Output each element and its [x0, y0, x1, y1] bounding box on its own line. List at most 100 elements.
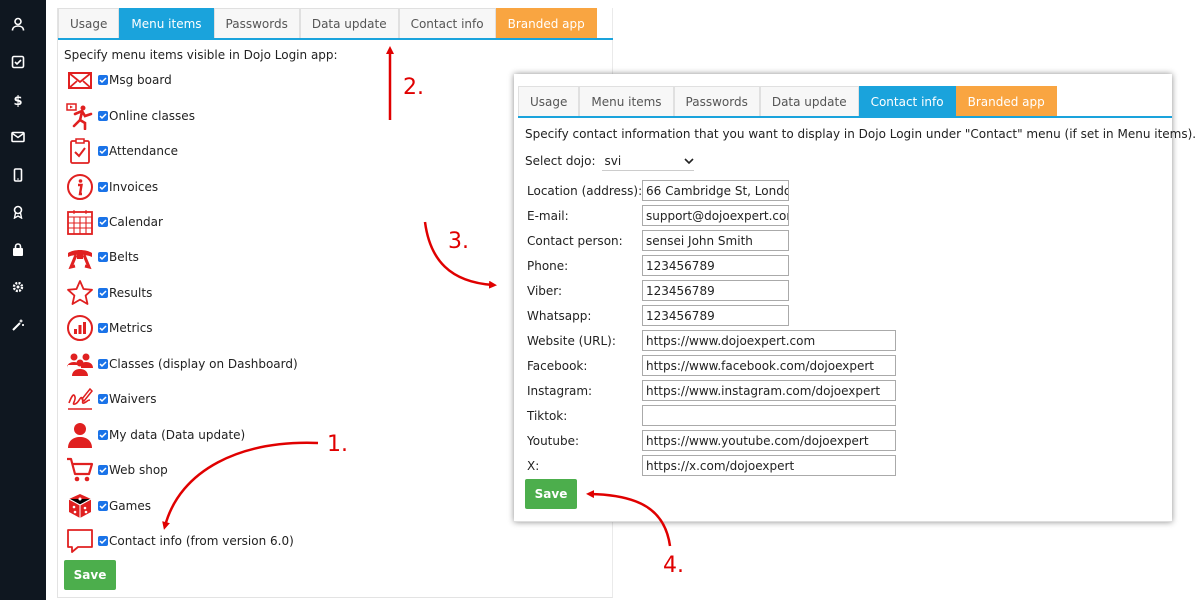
- online-classes-checkbox[interactable]: [98, 111, 108, 121]
- checklist-icon[interactable]: [11, 55, 25, 69]
- tab-contact-info[interactable]: Contact info: [858, 86, 956, 116]
- tab-passwords[interactable]: Passwords: [213, 8, 300, 38]
- contact-info-panel: Usage Menu items Passwords Data update C…: [514, 74, 1196, 522]
- select-dojo-label: Select dojo:: [525, 154, 596, 168]
- user-icon: [64, 419, 96, 451]
- belts-checkbox[interactable]: [98, 252, 108, 262]
- tab-data-update[interactable]: Data update: [299, 8, 399, 38]
- attendance-checkbox[interactable]: [98, 146, 108, 156]
- clipboard-check-icon: [64, 135, 96, 167]
- website-input[interactable]: https://www.dojoexpert.com: [642, 330, 896, 351]
- dollar-icon[interactable]: $: [11, 93, 25, 107]
- field-label: Youtube:: [527, 433, 580, 448]
- tab-contact-info[interactable]: Contact info: [398, 8, 496, 38]
- menu-item-my-data: My data (Data update): [64, 418, 245, 452]
- field-label: Facebook:: [527, 358, 588, 373]
- contact-person-input[interactable]: sensei John Smith: [642, 230, 789, 251]
- info-icon: [64, 171, 96, 203]
- viber-input[interactable]: 123456789: [642, 280, 789, 301]
- select-dojo-value: svi: [604, 153, 622, 168]
- magic-wand-icon[interactable]: [11, 318, 25, 332]
- menu-item-msg-board: Msg board: [64, 63, 172, 97]
- tab-data-update[interactable]: Data update: [759, 86, 859, 116]
- field-website: Website (URL): https://www.dojoexpert.co…: [527, 330, 896, 351]
- menu-item-label: Attendance: [109, 144, 178, 158]
- chevron-down-icon: [683, 154, 694, 168]
- right-tab-bar: Usage Menu items Passwords Data update C…: [518, 86, 1172, 118]
- my-data-checkbox[interactable]: [98, 430, 108, 440]
- web-shop-checkbox[interactable]: [98, 465, 108, 475]
- tab-branded-app[interactable]: Branded app: [955, 86, 1057, 116]
- tab-usage[interactable]: Usage: [58, 8, 120, 38]
- menu-item-label: Invoices: [109, 180, 159, 194]
- metrics-checkbox[interactable]: [98, 323, 108, 333]
- user-icon[interactable]: [11, 17, 25, 31]
- menu-item-label: Calendar: [109, 215, 163, 229]
- field-whatsapp: Whatsapp: 123456789: [527, 305, 789, 326]
- field-contact-person: Contact person: sensei John Smith: [527, 230, 789, 251]
- menu-item-label: Results: [109, 286, 153, 300]
- menu-item-contact-info: Contact info (from version 6.0): [64, 524, 294, 558]
- classes-checkbox[interactable]: [98, 359, 108, 369]
- menu-item-label: Metrics: [109, 321, 153, 335]
- left-tab-bar: Usage Menu items Passwords Data update C…: [58, 8, 613, 40]
- shop-bag-icon[interactable]: [11, 243, 25, 257]
- instagram-input[interactable]: https://www.instagram.com/dojoexpert: [642, 380, 896, 401]
- sidebar: $: [0, 0, 46, 600]
- field-viber: Viber: 123456789: [527, 280, 789, 301]
- envelope-icon: [64, 64, 96, 96]
- tiktok-input[interactable]: [642, 405, 896, 426]
- award-icon[interactable]: [11, 205, 25, 219]
- menu-items-save-button[interactable]: Save: [64, 560, 116, 590]
- cart-icon: [64, 454, 96, 486]
- tab-usage[interactable]: Usage: [518, 86, 580, 116]
- chat-bubble-icon: [64, 525, 96, 557]
- facebook-input[interactable]: https://www.facebook.com/dojoexpert: [642, 355, 896, 376]
- whatsapp-input[interactable]: 123456789: [642, 305, 789, 326]
- contact-info-checkbox[interactable]: [98, 536, 108, 546]
- tab-branded-app[interactable]: Branded app: [495, 8, 597, 38]
- calendar-checkbox[interactable]: [98, 217, 108, 227]
- menu-item-waivers: Waivers: [64, 382, 156, 416]
- youtube-input[interactable]: https://www.youtube.com/dojoexpert: [642, 430, 896, 451]
- annotation-step-4: 4.: [663, 553, 684, 578]
- field-label: X:: [527, 458, 540, 473]
- invoices-checkbox[interactable]: [98, 182, 108, 192]
- results-checkbox[interactable]: [98, 288, 108, 298]
- tab-menu-items[interactable]: Menu items: [119, 8, 214, 38]
- location-input[interactable]: 66 Cambridge St, London: [642, 180, 789, 201]
- x-input[interactable]: https://x.com/dojoexpert: [642, 455, 896, 476]
- svg-text:$: $: [13, 94, 22, 107]
- menu-item-label: Games: [109, 499, 151, 513]
- msg-board-checkbox[interactable]: [98, 75, 108, 85]
- field-location: Location (address): 66 Cambridge St, Lon…: [527, 180, 789, 201]
- contact-info-intro: Specify contact information that you wan…: [525, 127, 1197, 141]
- mail-icon[interactable]: [11, 130, 25, 144]
- menu-item-attendance: Attendance: [64, 134, 178, 168]
- field-label: Contact person:: [527, 233, 623, 248]
- menu-item-label: Contact info (from version 6.0): [109, 534, 294, 548]
- menu-item-invoices: Invoices: [64, 170, 158, 204]
- field-phone: Phone: 123456789: [527, 255, 789, 276]
- phone-input[interactable]: 123456789: [642, 255, 789, 276]
- field-label: Website (URL):: [527, 333, 616, 348]
- menu-item-metrics: Metrics: [64, 311, 153, 345]
- online-class-icon: [64, 100, 96, 132]
- contact-info-save-button[interactable]: Save: [525, 479, 577, 509]
- field-instagram: Instagram: https://www.instagram.com/doj…: [527, 380, 896, 401]
- games-checkbox[interactable]: [98, 501, 108, 511]
- select-dojo-dropdown[interactable]: svi: [601, 151, 694, 171]
- email-input[interactable]: support@dojoexpert.com: [642, 205, 789, 226]
- menu-items-intro: Specify menu items visible in Dojo Login…: [64, 48, 338, 62]
- tab-menu-items[interactable]: Menu items: [579, 86, 674, 116]
- star-icon: [64, 277, 96, 309]
- menu-item-label: Online classes: [109, 109, 195, 123]
- bar-chart-icon: [64, 312, 96, 344]
- mobile-icon[interactable]: [11, 168, 25, 182]
- tab-passwords[interactable]: Passwords: [673, 86, 760, 116]
- belt-icon: [64, 241, 96, 273]
- gear-icon[interactable]: [11, 280, 25, 294]
- menu-item-label: Waivers: [109, 392, 157, 406]
- annotation-step-3: 3.: [448, 229, 469, 254]
- waivers-checkbox[interactable]: [98, 394, 108, 404]
